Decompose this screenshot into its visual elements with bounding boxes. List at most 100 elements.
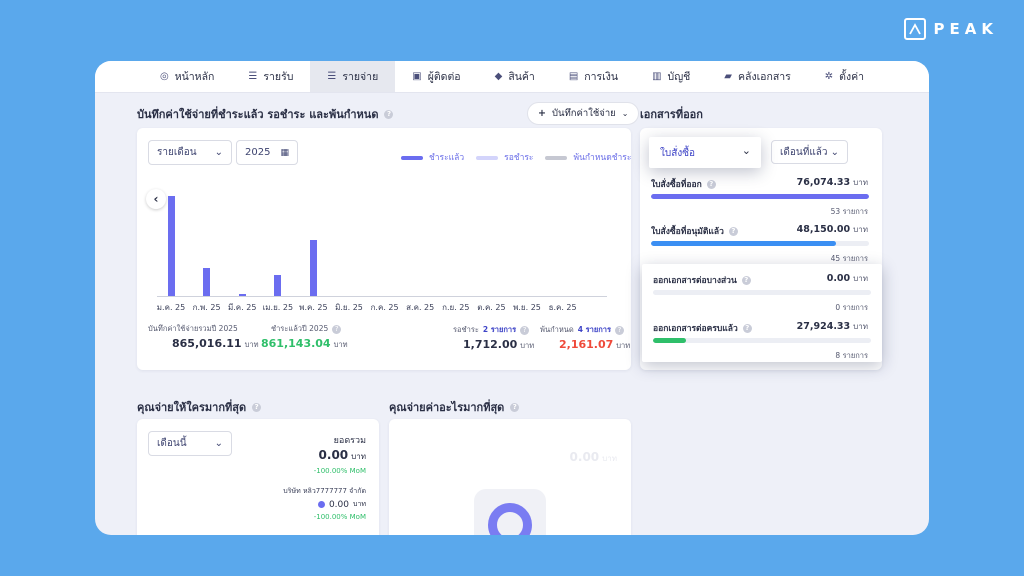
nav-item-8[interactable]: ✲ ตั้งค่า [808, 61, 881, 92]
chart-bar-0[interactable] [167, 196, 175, 296]
doc-row-count: 8 รายการ [835, 351, 868, 360]
who-period-select[interactable]: เดือนนี้ ⌄ [148, 431, 232, 456]
x-tick-label: ธ.ค. 25 [548, 303, 577, 312]
doc-progress-track [651, 241, 869, 246]
currency-unit: บาท [616, 341, 631, 350]
ledger-icon: ▥ [652, 71, 662, 82]
currency-unit: บาท [602, 454, 617, 463]
chart-bar-1[interactable] [203, 268, 211, 296]
currency-unit: บาท [351, 452, 366, 461]
pending-amount: 1,712.00 [463, 338, 518, 351]
help-icon[interactable]: ? [728, 226, 738, 236]
doc-row-label: ออกเอกสารต่อบางส่วน? [653, 273, 751, 287]
help-icon[interactable]: ? [742, 323, 752, 333]
what-total-value: 0.00 บาท [570, 450, 617, 465]
nav-item-4[interactable]: ◆ สินค้า [478, 61, 552, 92]
what-total-amount: 0.00 [569, 450, 600, 464]
doc-row-value: 48,150.00 บาท [797, 223, 868, 236]
legend-label: พ้นกำหนดชำระ [573, 153, 632, 163]
add-expense-button[interactable]: + บันทึกค่าใช้จ่าย ⌄ [527, 102, 640, 125]
what-section-title: คุณจ่ายค่าอะไรมากที่สุด ? [389, 398, 520, 416]
help-icon[interactable]: ? [520, 325, 530, 335]
gear-icon: ✲ [824, 71, 834, 82]
expense-list-icon: ☰ [327, 71, 337, 82]
chart-legend: ชำระแล้ว รอชำระ พ้นกำหนดชำระ [401, 150, 631, 164]
nav-item-label: ตั้งค่า [839, 71, 865, 83]
nav-item-label: ผู้ติดต่อ [427, 71, 461, 83]
total-expense-value: 865,016.11 บาท [172, 337, 259, 351]
chart-bar-4[interactable] [309, 240, 317, 296]
pending-label: รอชำระ 2 รายการ ? [453, 324, 530, 336]
nav-item-label: คลังเอกสาร [737, 71, 791, 83]
vendor-mom: -100.00% MoM [313, 513, 366, 521]
add-expense-label: บันทึกค่าใช้จ่าย [551, 108, 616, 119]
doc-progress-track [651, 194, 869, 199]
help-icon[interactable]: ? [384, 109, 394, 119]
x-tick-label: ส.ค. 25 [406, 303, 435, 312]
legend-item: พ้นกำหนดชำระ [545, 150, 631, 164]
overdue-label-text: พ้นกำหนด [540, 325, 574, 334]
help-icon[interactable]: ? [615, 325, 625, 335]
x-tick-label: ก.พ. 25 [192, 303, 221, 312]
app-window: ◎ หน้าหลัก ☰ รายรับ ☰ รายจ่าย ▣ ผู้ติดต่อ ◆ สินค้… [95, 61, 929, 535]
legend-swatch [401, 155, 423, 160]
nav-item-6[interactable]: ▥ บัญชี [635, 61, 707, 92]
help-icon[interactable]: ? [510, 402, 520, 412]
help-icon[interactable]: ? [332, 324, 342, 334]
currency-unit: บาท [853, 225, 868, 234]
nav-item-0[interactable]: ◎ หน้าหลัก [143, 61, 231, 92]
doc-type-select[interactable]: ใบสั่งซื้อ ⌄ [649, 137, 761, 168]
nav-item-3[interactable]: ▣ ผู้ติดต่อ [395, 61, 477, 92]
doc-row-amount: 27,924.33 [796, 321, 851, 332]
doc-period-select[interactable]: เดือนที่แล้ว ⌄ [771, 140, 848, 164]
doc-progress-fill [653, 338, 686, 343]
peak-logo: PEAK [903, 18, 998, 40]
overdue-label: พ้นกำหนด 4 รายการ ? [540, 324, 625, 336]
who-section-title: คุณจ่ายให้ใครมากที่สุด ? [137, 398, 262, 416]
doc-progress-track [653, 338, 871, 343]
doc-row-amount: 0.00 [826, 273, 851, 284]
year-select[interactable]: 2025 ▦ [236, 140, 298, 165]
doc-row-amount: 48,150.00 [796, 224, 851, 235]
doc-row-label: ออกเอกสารต่อครบแล้ว? [653, 321, 752, 335]
overdue-amount: 2,161.07 [559, 338, 614, 351]
x-tick-label: ต.ค. 25 [477, 303, 506, 312]
x-axis-line [157, 296, 607, 297]
x-tick-label: ก.ค. 25 [370, 303, 399, 312]
nav-item-7[interactable]: ▰ คลังเอกสาร [707, 61, 808, 92]
doc-type-value: ใบสั่งซื้อ [660, 148, 696, 159]
empty-donut-placeholder [474, 489, 546, 535]
calendar-icon: ▦ [280, 147, 289, 158]
doc-row-count: 53 รายการ [830, 207, 868, 216]
donut-icon [488, 503, 532, 535]
expense-bar-chart: ม.ค. 25 ก.พ. 25 มี.ค. 25 เม.ย. 25 พ.ค. 25 มิ.… [157, 178, 607, 312]
chevron-down-icon: ⌄ [830, 146, 839, 158]
help-icon[interactable]: ? [252, 402, 262, 412]
doc-row-label-text: ออกเอกสารต่อบางส่วน [653, 276, 737, 286]
chart-bar-2[interactable] [238, 294, 246, 296]
vendor-name: บริษัท หลิว7777777 จำกัด [283, 487, 366, 495]
help-icon[interactable]: ? [706, 179, 716, 189]
period-select-value: รายเดือน [157, 147, 197, 158]
documents-section-title: เอกสารที่ออก [640, 105, 703, 123]
help-icon[interactable]: ? [741, 275, 751, 285]
chart-bar-3[interactable] [274, 275, 282, 296]
who-period-value: เดือนนี้ [157, 438, 187, 449]
nav-item-1[interactable]: ☰ รายรับ [231, 61, 310, 92]
doc-row-label-text: ออกเอกสารต่อครบแล้ว [653, 324, 738, 334]
x-tick-label: มี.ค. 25 [227, 303, 257, 312]
doc-row-label-text: ใบสั่งซื้อที่อนุมัติแล้ว [651, 227, 724, 237]
paid-amount: 861,143.04 [261, 337, 331, 350]
peak-logo-icon [903, 18, 926, 40]
pending-value: 1,712.00 บาท [463, 338, 534, 352]
period-select[interactable]: รายเดือน ⌄ [148, 140, 232, 165]
peak-logo-text: PEAK [933, 20, 998, 38]
nav-item-5[interactable]: ▤ การเงิน [552, 61, 635, 92]
doc-progress-fill [651, 241, 837, 246]
nav-item-label: บัญชี [667, 71, 691, 83]
x-tick-label: ก.ย. 25 [442, 303, 470, 312]
who-mom: -100.00% MoM [313, 467, 366, 475]
currency-unit: บาท [853, 322, 868, 331]
nav-item-2[interactable]: ☰ รายจ่าย [310, 61, 396, 92]
pending-count: 2 รายการ [482, 325, 517, 334]
